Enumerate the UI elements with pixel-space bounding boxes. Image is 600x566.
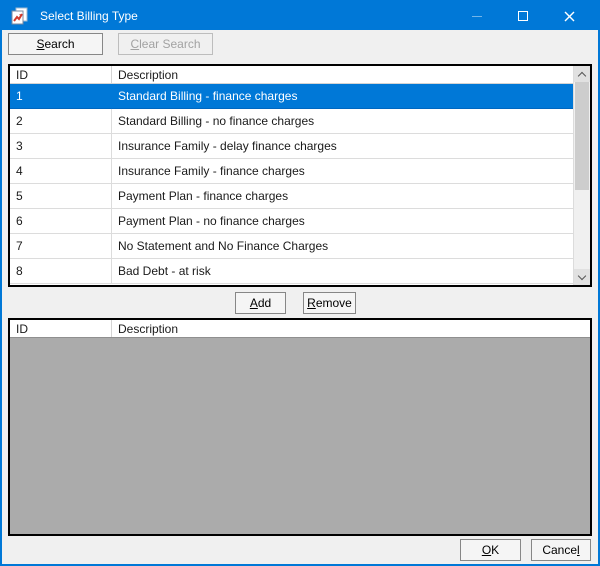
- window-title: Select Billing Type: [40, 9, 138, 23]
- selected-table-empty-area: [10, 338, 590, 534]
- scrollbar-thumb[interactable]: [575, 82, 589, 190]
- column-header-description: Description: [112, 66, 573, 83]
- available-table-main: ID Description 1 Standard Billing - fina…: [10, 66, 573, 285]
- column-header-id: ID: [10, 320, 112, 337]
- table-row[interactable]: 8 Bad Debt - at risk: [10, 259, 573, 284]
- cancel-button[interactable]: Cancel: [531, 539, 591, 561]
- add-button[interactable]: Add: [235, 292, 286, 314]
- selected-table-header: ID Description: [10, 320, 590, 338]
- billing-report-pages-icon: [10, 7, 30, 25]
- table-row[interactable]: 1 Standard Billing - finance charges: [10, 84, 573, 109]
- chevron-up-icon: [578, 71, 586, 79]
- scroll-up-button[interactable]: [574, 66, 590, 82]
- table-row[interactable]: 3 Insurance Family - delay finance charg…: [10, 134, 573, 159]
- table-row[interactable]: 6 Payment Plan - no finance charges: [10, 209, 573, 234]
- minimize-button[interactable]: [454, 2, 500, 30]
- minimize-icon: [472, 16, 482, 17]
- chevron-down-icon: [578, 271, 586, 279]
- table-row[interactable]: 5 Payment Plan - finance charges: [10, 184, 573, 209]
- available-table-header: ID Description: [10, 66, 573, 84]
- maximize-icon: [518, 11, 528, 21]
- maximize-button[interactable]: [500, 2, 546, 30]
- window-controls: [454, 2, 592, 30]
- ok-button[interactable]: OK: [460, 539, 521, 561]
- column-header-id: ID: [10, 66, 112, 83]
- table-row[interactable]: 2 Standard Billing - no finance charges: [10, 109, 573, 134]
- available-billing-types-table: ID Description 1 Standard Billing - fina…: [8, 64, 592, 287]
- select-billing-type-dialog: Select Billing Type Search Clear Search …: [0, 0, 600, 566]
- clear-search-button[interactable]: Clear Search: [118, 33, 213, 55]
- vertical-scrollbar[interactable]: [573, 66, 590, 285]
- column-header-description: Description: [112, 320, 590, 337]
- titlebar: Select Billing Type: [2, 2, 598, 30]
- close-icon: [564, 11, 575, 22]
- table-row[interactable]: 7 No Statement and No Finance Charges: [10, 234, 573, 259]
- selected-billing-types-table: ID Description: [8, 318, 592, 536]
- scroll-down-button[interactable]: [574, 269, 590, 285]
- table-row[interactable]: 4 Insurance Family - finance charges: [10, 159, 573, 184]
- search-button[interactable]: Search: [8, 33, 103, 55]
- scrollbar-track[interactable]: [574, 82, 590, 269]
- close-button[interactable]: [546, 2, 592, 30]
- remove-button[interactable]: Remove: [303, 292, 356, 314]
